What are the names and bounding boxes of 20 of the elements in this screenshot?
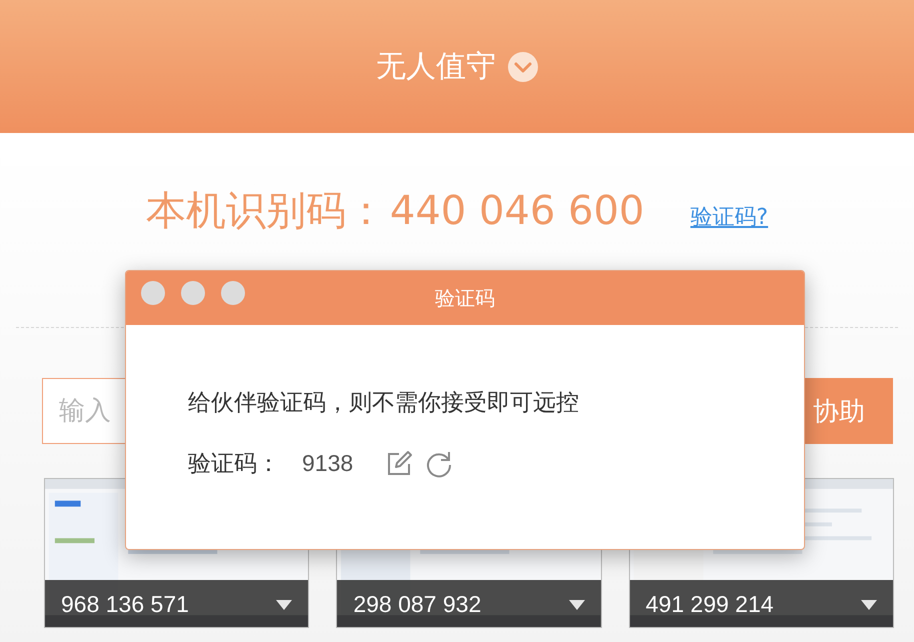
device-id: 491 299 214	[646, 591, 774, 618]
device-id: 968 136 571	[61, 591, 189, 618]
device-id: 298 087 932	[353, 591, 482, 618]
device-bar[interactable]: 968 136 571	[45, 580, 308, 627]
dialog-title: 验证码	[435, 284, 495, 312]
dropdown-icon[interactable]	[568, 600, 585, 610]
device-bar[interactable]: 298 087 932	[337, 580, 601, 627]
verification-code: 9138	[302, 450, 354, 477]
edit-icon[interactable]	[385, 450, 414, 478]
dropdown-icon[interactable]	[276, 600, 292, 610]
zoom-window-button[interactable]	[221, 281, 245, 305]
code-label: 验证码：	[188, 450, 280, 479]
minimize-window-button[interactable]	[181, 281, 205, 305]
dropdown-icon[interactable]	[860, 600, 877, 610]
close-window-button[interactable]	[141, 281, 165, 305]
dialog-message: 给伙伴验证码，则不需你接受即可远控	[188, 389, 580, 418]
refresh-icon[interactable]	[425, 450, 454, 478]
device-bar[interactable]: 491 299 214	[630, 580, 893, 627]
device-id: 440 046 600	[390, 188, 644, 234]
device-id-label: 本机识别码：	[146, 187, 386, 236]
